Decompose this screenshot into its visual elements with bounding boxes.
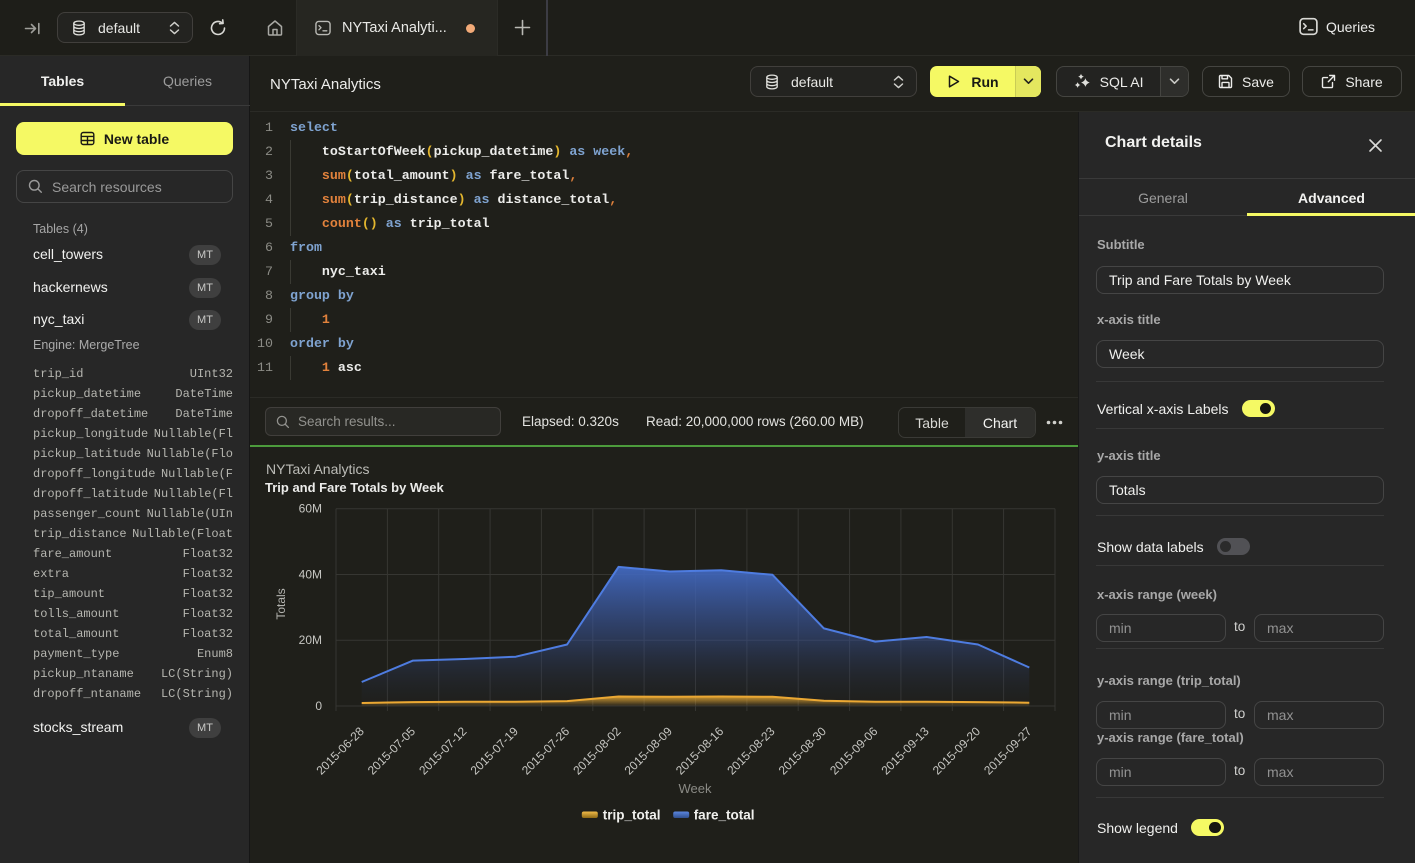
svg-text:2015-09-20: 2015-09-20	[930, 724, 984, 778]
svg-text:20M: 20M	[299, 633, 322, 647]
svg-text:2015-07-26: 2015-07-26	[519, 724, 573, 778]
svg-text:2015-08-30: 2015-08-30	[776, 724, 830, 778]
svg-text:2015-09-06: 2015-09-06	[827, 724, 881, 778]
svg-text:0: 0	[315, 699, 322, 713]
svg-text:2015-07-19: 2015-07-19	[468, 724, 522, 778]
svg-text:2015-08-16: 2015-08-16	[673, 724, 727, 778]
svg-text:2015-08-23: 2015-08-23	[724, 724, 778, 778]
svg-text:Totals: Totals	[274, 588, 288, 619]
svg-text:2015-08-02: 2015-08-02	[570, 724, 624, 778]
svg-text:Week: Week	[679, 781, 712, 796]
svg-text:2015-07-05: 2015-07-05	[365, 724, 419, 778]
svg-text:2015-09-13: 2015-09-13	[878, 724, 932, 778]
svg-text:2015-08-09: 2015-08-09	[622, 724, 676, 778]
svg-text:60M: 60M	[299, 502, 322, 516]
svg-text:2015-07-12: 2015-07-12	[416, 724, 470, 778]
svg-text:40M: 40M	[299, 568, 322, 582]
svg-text:fare_total: fare_total	[694, 808, 755, 823]
svg-text:2015-06-28: 2015-06-28	[314, 724, 368, 778]
svg-text:2015-09-27: 2015-09-27	[981, 724, 1035, 778]
svg-text:trip_total: trip_total	[603, 808, 661, 823]
